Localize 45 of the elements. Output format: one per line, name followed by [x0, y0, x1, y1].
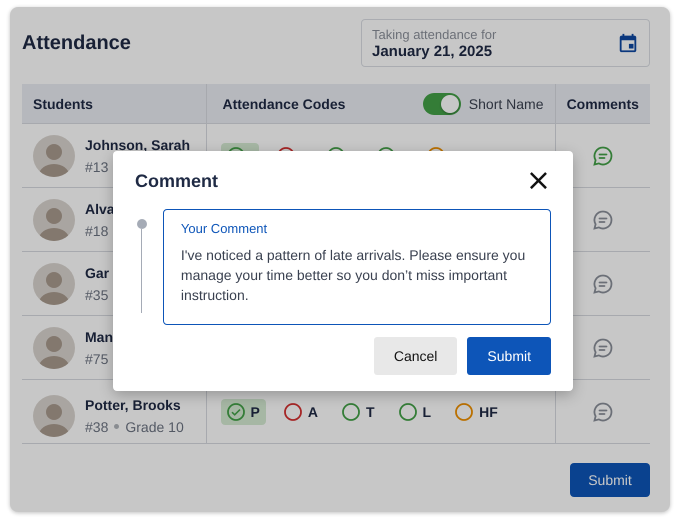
student-name: Gar: [85, 264, 110, 280]
student-name: Johnson, Sarah: [85, 136, 190, 152]
separator-dot: [114, 424, 120, 429]
date-field[interactable]: Taking attendance for January 21, 2025: [361, 19, 650, 67]
avatar: [33, 394, 75, 436]
comment-icon[interactable]: [590, 208, 615, 232]
dialog-title: Comment: [135, 170, 218, 192]
student-number: #75: [85, 350, 108, 366]
field-label: Your Comment: [180, 221, 268, 236]
column-header: Attendance Codes: [222, 96, 346, 112]
comment-text: I've noticed a pattern of late arrivals. Please ensure you manage your time better so you don’t miss important instruction.: [180, 246, 526, 305]
comment-icon[interactable]: [590, 400, 615, 424]
close-button[interactable]: ×: [526, 169, 551, 193]
student-name: Potter, Brooks: [85, 396, 182, 412]
avatar: [33, 326, 75, 368]
student-number: #35: [85, 286, 108, 302]
student-number: #18: [85, 222, 108, 238]
student-grade: Grade 10: [125, 418, 184, 434]
comment-icon[interactable]: [590, 336, 615, 360]
column-header: Students: [22, 84, 206, 124]
student-number: #38: [85, 418, 108, 434]
avatar: [33, 134, 75, 176]
comment-icon[interactable]: [590, 144, 615, 168]
avatar: [33, 262, 75, 304]
attendance-code[interactable]: T: [336, 398, 381, 424]
student-number: #13: [85, 158, 108, 174]
attendance-code[interactable]: HF: [449, 398, 504, 424]
submit-button[interactable]: Submit: [570, 463, 650, 497]
comment-field[interactable]: Your Comment I've noticed a pattern of late arrivals. Please ensure you manage your time better so you don’t miss important instruction.: [162, 209, 551, 325]
column-header: Comments: [555, 84, 650, 124]
attendance-code[interactable]: L: [392, 398, 438, 424]
page-title: Attendance: [22, 32, 131, 54]
avatar: [33, 198, 75, 240]
toggle-switch[interactable]: [422, 92, 461, 114]
submit-button[interactable]: Submit: [467, 337, 551, 375]
field-label: Taking attendance for: [372, 26, 496, 42]
date-value: January 21, 2025: [372, 42, 494, 60]
attendance-code[interactable]: P: [220, 398, 266, 424]
attendance-code[interactable]: A: [278, 398, 324, 424]
toggle-label: Short Name: [468, 96, 544, 112]
calendar-icon[interactable]: [617, 32, 639, 54]
cancel-button[interactable]: Cancel: [374, 337, 458, 375]
comment-icon[interactable]: [590, 272, 615, 296]
student-name: Alva: [85, 200, 115, 216]
student-name: Man: [85, 328, 113, 344]
